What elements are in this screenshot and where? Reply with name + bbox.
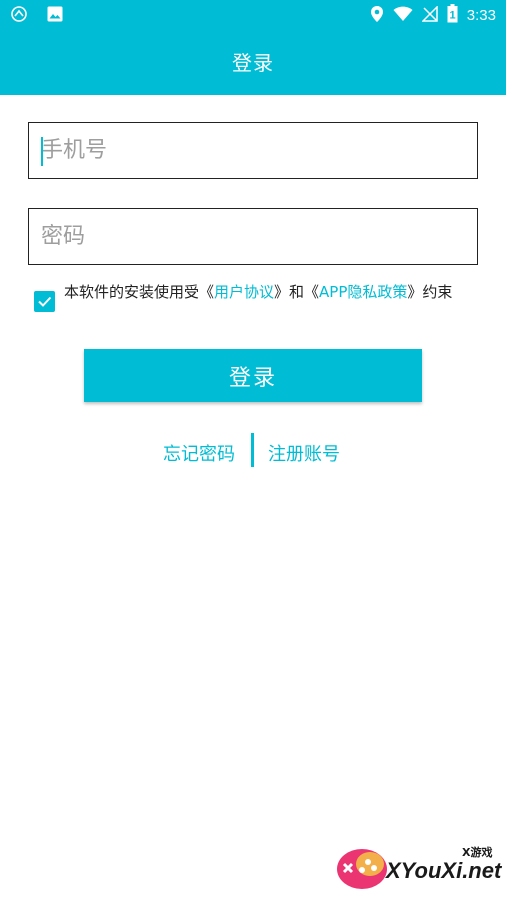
agreement-middle: 》和《 xyxy=(274,283,320,301)
battery-level: 1 xyxy=(449,10,455,22)
battery-icon: 1 xyxy=(447,4,458,27)
user-agreement-link[interactable]: 用户协议 xyxy=(214,283,274,301)
password-input[interactable] xyxy=(29,209,477,264)
link-divider xyxy=(251,433,254,467)
checkmark-icon xyxy=(38,296,52,307)
sync-notification-icon xyxy=(10,5,28,27)
image-notification-icon xyxy=(46,5,64,27)
register-link[interactable]: 注册账号 xyxy=(268,440,340,466)
no-signal-icon xyxy=(420,4,438,26)
site-watermark: X游戏 XYouXi.net xyxy=(330,840,502,895)
phone-field[interactable] xyxy=(28,122,478,179)
phone-input[interactable] xyxy=(29,123,477,178)
privacy-policy-link[interactable]: APP隐私政策 xyxy=(319,283,407,301)
status-notifications xyxy=(10,5,64,27)
agreement-prefix: 本软件的安装使用受《 xyxy=(64,283,215,301)
gamepad-logo-icon xyxy=(337,849,387,889)
agreement-suffix: 》约束 xyxy=(407,283,453,301)
text-caret xyxy=(41,137,43,166)
status-time: 3:33 xyxy=(466,7,496,24)
account-links: 忘记密码 注册账号 xyxy=(0,432,506,468)
password-field[interactable] xyxy=(28,208,478,265)
app-bar: 登录 xyxy=(0,28,506,95)
status-system-icons: 1 3:33 xyxy=(370,4,496,27)
wifi-icon xyxy=(393,6,413,26)
agreement-text: 本软件的安装使用受《用户协议》和《APP隐私政策》约束 xyxy=(64,283,479,301)
agreement-row: 本软件的安装使用受《用户协议》和《APP隐私政策》约束 xyxy=(34,283,479,312)
location-icon xyxy=(370,5,384,27)
forgot-password-link[interactable]: 忘记密码 xyxy=(163,440,235,466)
status-bar: 1 3:33 xyxy=(0,0,506,28)
agreement-checkbox[interactable] xyxy=(34,291,55,312)
login-button[interactable]: 登录 xyxy=(84,349,422,402)
watermark-text: XYouXi.net xyxy=(386,858,502,883)
page-title: 登录 xyxy=(232,51,274,75)
